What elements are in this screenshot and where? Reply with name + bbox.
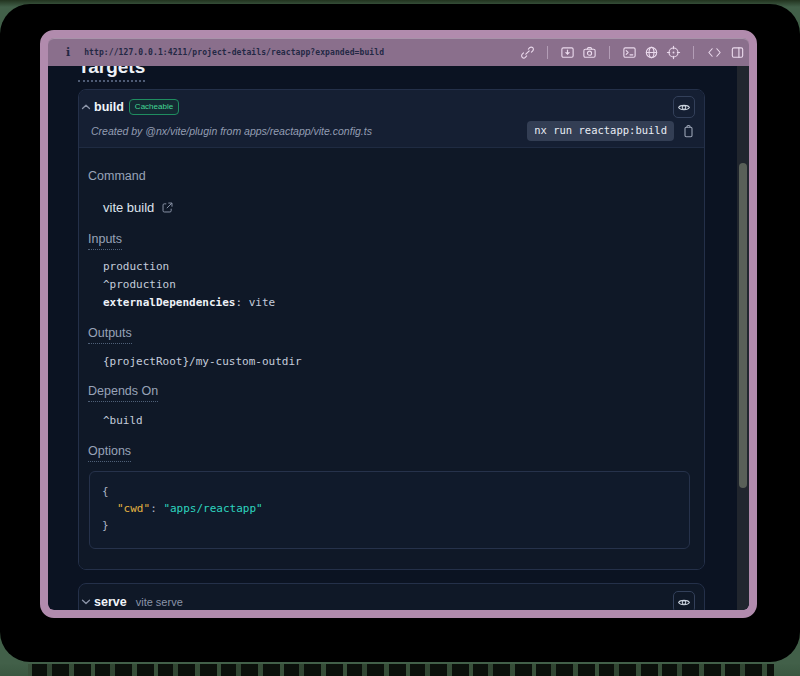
crosshair-icon[interactable] — [666, 45, 681, 60]
code-icon[interactable] — [706, 45, 723, 60]
code-line: } — [102, 517, 677, 534]
globe-icon[interactable] — [644, 45, 659, 60]
build-card-header[interactable]: build Cacheable Created by @nx/vite/plug… — [79, 90, 704, 147]
view-target-button[interactable] — [673, 96, 695, 118]
view-target-button[interactable] — [673, 591, 695, 610]
build-card-body: Command vite build Inputs production ^pr… — [79, 147, 704, 569]
window-titlebar: i http://127.0.0.1:4211/project-details/… — [48, 38, 749, 66]
page-title: Targets — [78, 66, 705, 78]
section-label-options: Options — [88, 444, 131, 462]
page-content: Targets build Cacheable Created by @nx/v… — [48, 66, 749, 610]
section-label-inputs: Inputs — [88, 232, 122, 250]
terminal-icon[interactable] — [622, 45, 637, 60]
copy-command-button[interactable] — [681, 124, 695, 139]
code-line: { — [102, 483, 677, 500]
titlebar-toolbar — [520, 45, 745, 60]
input-item: externalDependencies: vite — [103, 294, 691, 312]
eye-icon — [677, 101, 691, 114]
depends-on-item: ^build — [103, 414, 691, 428]
section-label-depends-on: Depends On — [88, 384, 158, 402]
serve-subtitle: vite serve — [136, 596, 183, 608]
url-text[interactable]: http://127.0.0.1:4211/project-details/re… — [84, 48, 384, 57]
serve-card-header[interactable]: serve vite serve — [79, 584, 704, 610]
input-item: production — [103, 258, 691, 276]
browser-window: i http://127.0.0.1:4211/project-details/… — [40, 30, 757, 618]
output-item: {projectRoot}/my-custom-outdir — [103, 355, 691, 369]
section-label-outputs: Outputs — [88, 326, 132, 344]
desktop-bottom-band — [28, 664, 774, 676]
run-command-chip: nx run reactapp:build — [527, 121, 674, 140]
copy-icon — [681, 124, 695, 139]
scrollbar-track[interactable] — [737, 66, 749, 610]
created-by-text: Created by @nx/vite/plugin from apps/rea… — [91, 125, 372, 137]
chevron-down-icon[interactable] — [81, 597, 91, 607]
camera-icon[interactable] — [582, 45, 597, 60]
chevron-up-icon[interactable] — [81, 102, 91, 112]
inputs-list: production ^production externalDependenc… — [103, 258, 691, 312]
scrollbar-thumb[interactable] — [739, 163, 747, 488]
command-value: vite build — [103, 200, 691, 215]
target-card-serve: serve vite serve — [78, 583, 705, 610]
screenshot-icon[interactable] — [560, 45, 575, 60]
toolbar-divider — [693, 46, 694, 59]
target-card-build: build Cacheable Created by @nx/vite/plug… — [78, 89, 705, 570]
toolbar-divider — [547, 46, 548, 59]
cacheable-badge: Cacheable — [129, 99, 179, 115]
external-link-icon[interactable] — [161, 201, 174, 214]
section-label-command: Command — [88, 169, 146, 183]
input-item: ^production — [103, 276, 691, 294]
target-name: build — [94, 100, 124, 114]
toolbar-divider — [609, 46, 610, 59]
code-line: "cwd": "apps/reactapp" — [102, 500, 677, 517]
info-icon: i — [66, 46, 70, 59]
options-code-block: { "cwd": "apps/reactapp" } — [89, 471, 690, 549]
eye-icon — [677, 596, 691, 609]
sidebar-icon[interactable] — [730, 45, 745, 60]
link-icon[interactable] — [520, 45, 535, 60]
target-name: serve — [94, 595, 127, 609]
